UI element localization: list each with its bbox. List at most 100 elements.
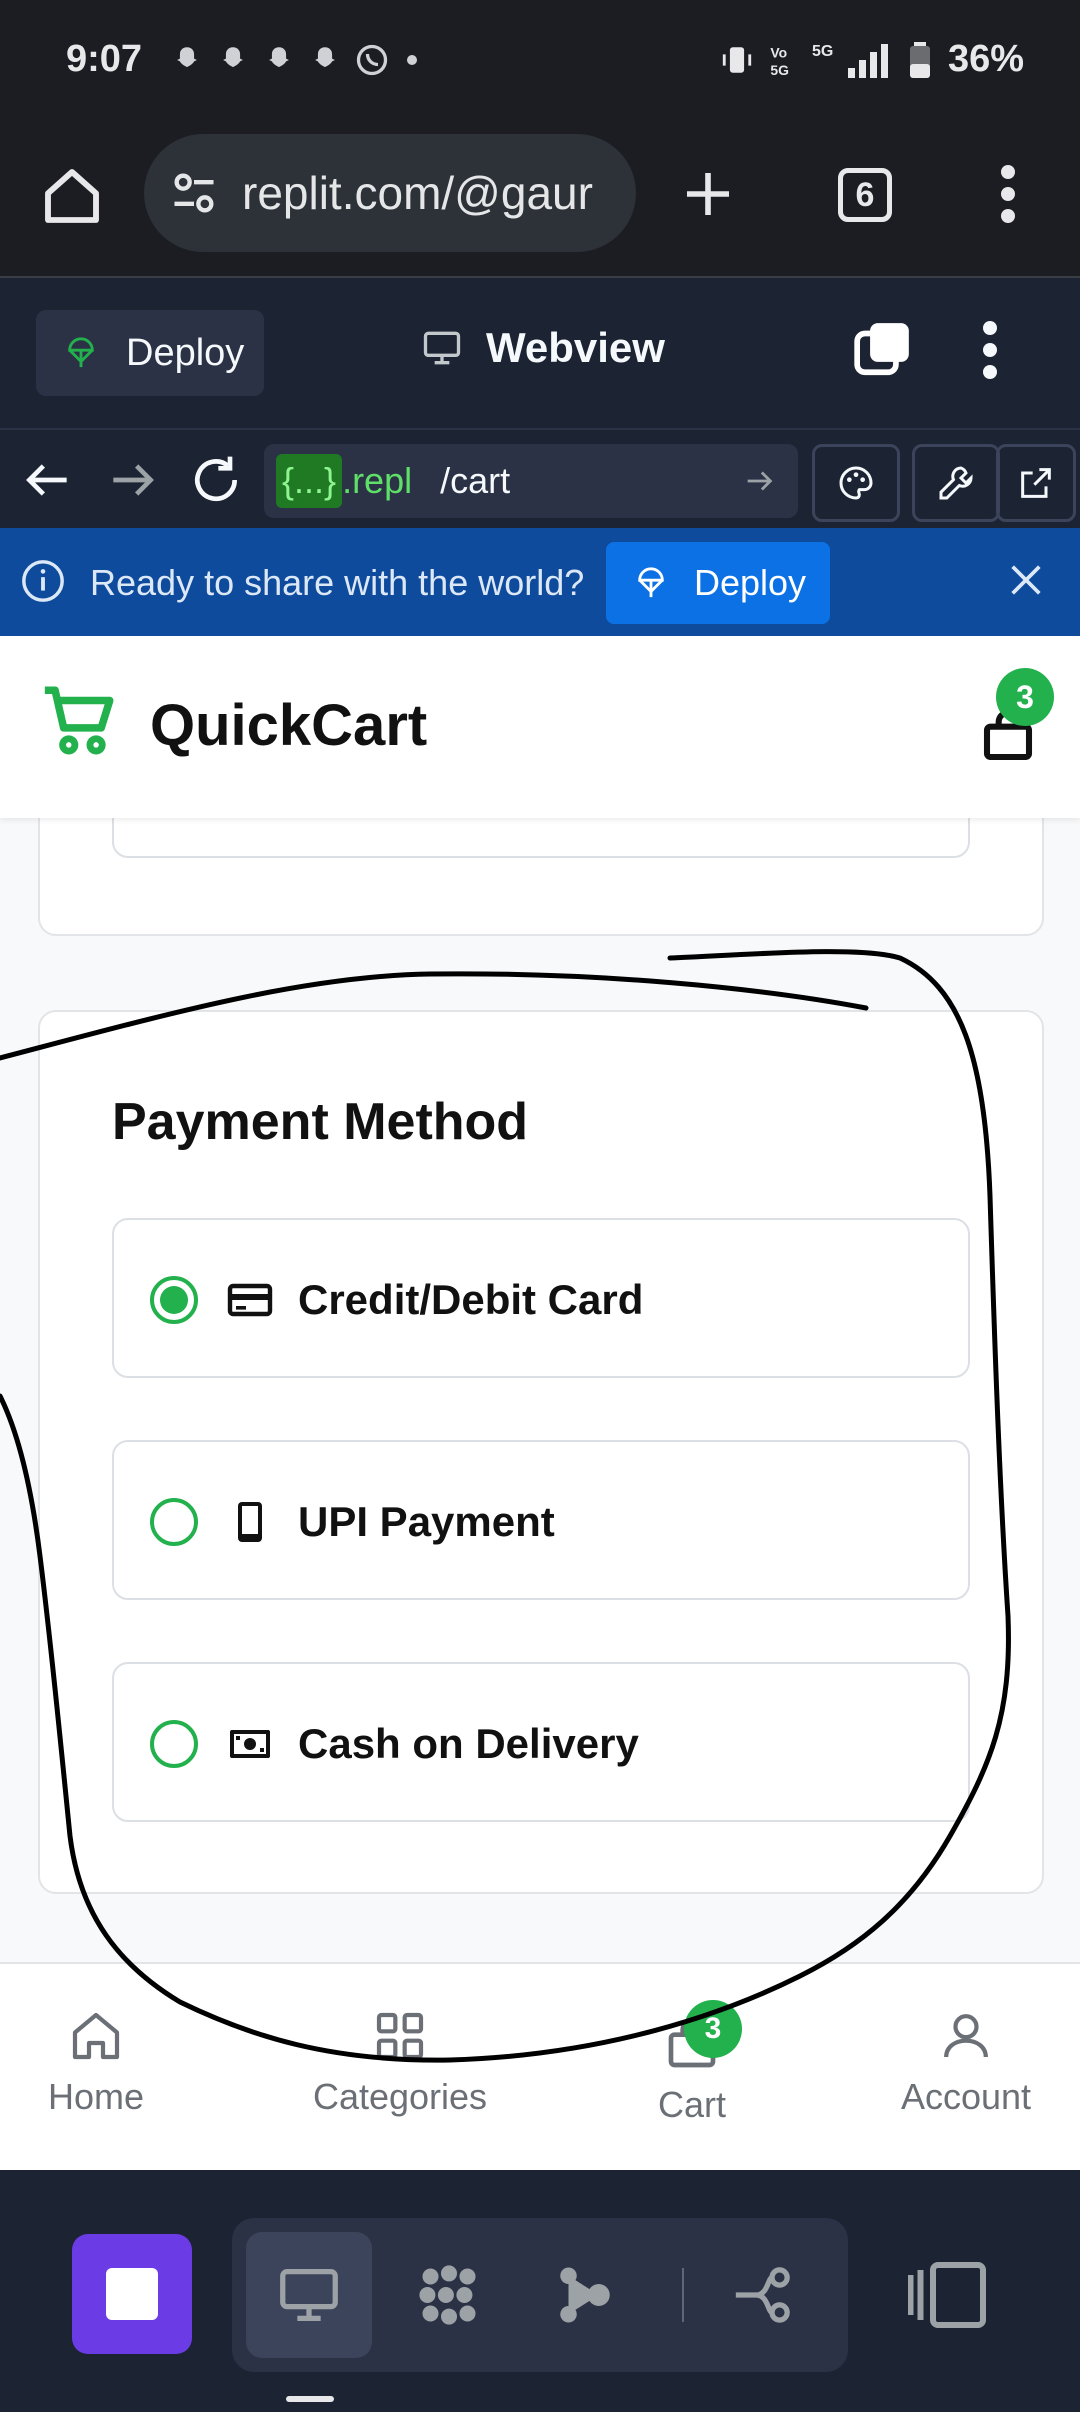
payment-option-label: Credit/Debit Card: [298, 1276, 644, 1323]
pane-switcher: [232, 2218, 848, 2372]
cash-icon: [230, 1730, 270, 1758]
deploy-label: Deploy: [126, 331, 245, 374]
browser-url-text: replit.com/@gaur: [242, 167, 593, 219]
reload-icon[interactable]: [188, 452, 244, 508]
status-time: 9:07: [66, 38, 143, 80]
repl-suffix: .repl: [342, 460, 413, 501]
volte-icon: Vo 5G: [770, 44, 789, 78]
browser-toolbar: replit.com/@gaur 6: [0, 124, 1080, 276]
home-icon[interactable]: [40, 164, 104, 228]
forward-icon[interactable]: [104, 452, 160, 508]
new-tab-icon[interactable]: [680, 166, 736, 222]
user-icon: [944, 2014, 988, 2058]
webview-address-bar[interactable]: {...} .repl /cart: [264, 444, 798, 518]
devtools-button[interactable]: [912, 444, 1000, 522]
svg-text:5G: 5G: [770, 62, 789, 78]
wrench-icon: [939, 466, 973, 500]
panel-toggle-icon[interactable]: [908, 2260, 988, 2330]
svg-text:Vo: Vo: [770, 44, 787, 60]
git-tab[interactable]: [702, 2232, 828, 2358]
nav-cart-label: Cart: [657, 2084, 726, 2125]
app-header: QuickCart 3: [0, 636, 1080, 818]
go-icon[interactable]: [742, 464, 776, 498]
palette-icon: [839, 466, 873, 500]
dot-icon: [407, 55, 417, 65]
replit-bottom-bar: [0, 2170, 1080, 2412]
battery-percent: 36%: [947, 38, 1024, 80]
external-link-icon: [1021, 468, 1051, 498]
status-bar: 9:07 Vo 5G 5G 36%: [0, 0, 1080, 124]
site-settings-icon[interactable]: [168, 167, 220, 219]
deploy-icon: [68, 337, 94, 368]
cart-logo-icon: [44, 686, 114, 755]
info-icon: [22, 560, 64, 602]
git-icon: [735, 2267, 790, 2323]
nav-account[interactable]: Account: [856, 2008, 1076, 2118]
home-icon: [72, 2012, 120, 2060]
grid-icon: [376, 2012, 424, 2060]
snapchat-icon: [315, 47, 335, 68]
devtools-theme-button[interactable]: [812, 444, 900, 522]
radio-cod[interactable]: [150, 1720, 198, 1768]
svg-text:5G: 5G: [812, 43, 833, 60]
radio-credit-card[interactable]: [150, 1276, 198, 1324]
repl-brace: {...}: [276, 454, 343, 508]
system-icons: Vo 5G 5G 36%: [720, 38, 1024, 81]
nav-categories-label: Categories: [312, 2076, 488, 2117]
brand-name: QuickCart: [150, 693, 428, 758]
payment-option-label: Cash on Delivery: [298, 1720, 639, 1767]
separator: [682, 2268, 684, 2322]
deploy-icon: [638, 567, 664, 598]
browser-url-bar[interactable]: replit.com/@gaur: [144, 134, 636, 252]
nav-account-label: Account: [900, 2076, 1032, 2117]
stop-button[interactable]: [72, 2234, 192, 2354]
nav-home[interactable]: Home: [0, 2008, 206, 2118]
webview-icon: [280, 2269, 338, 2321]
nav-cart-badge: 3: [684, 2000, 742, 2058]
repl-domain: {...} .repl: [276, 454, 412, 508]
notification-icons: [170, 42, 422, 78]
assistant-tab[interactable]: [522, 2232, 648, 2358]
browser-menu-icon[interactable]: [990, 162, 1026, 226]
smartphone-icon: [238, 1502, 262, 1542]
open-new-tab-button[interactable]: [996, 444, 1076, 522]
payment-option-card[interactable]: Credit/Debit Card: [112, 1218, 970, 1378]
credit-card-icon: [227, 1283, 273, 1317]
tab-switcher-button[interactable]: 6: [838, 168, 892, 222]
pane-title-text: Webview: [486, 324, 665, 371]
replit-toolbar: Deploy Webview: [0, 278, 1080, 428]
banner-deploy-label: Deploy: [694, 562, 807, 603]
deploy-button[interactable]: Deploy: [36, 310, 264, 396]
home-indicator[interactable]: [286, 2396, 334, 2402]
agent-icon: [419, 2265, 476, 2325]
radio-upi[interactable]: [150, 1498, 198, 1546]
payment-method-title: Payment Method: [112, 1093, 529, 1151]
monitor-icon: [423, 331, 461, 365]
close-icon[interactable]: [1006, 560, 1046, 600]
webview-tab[interactable]: [246, 2232, 372, 2358]
pane-menu-icon[interactable]: [976, 318, 1004, 382]
whatsapp-icon: [356, 44, 388, 76]
address-path: /cart: [440, 460, 511, 501]
snapchat-icon: [269, 47, 289, 68]
payment-method-card: Payment Method Credit/Debit Card UPI Pay…: [38, 1010, 1044, 1894]
pane-title[interactable]: Webview: [420, 324, 665, 372]
payment-option-upi[interactable]: UPI Payment: [112, 1440, 970, 1600]
tabs-icon[interactable]: [852, 318, 914, 380]
banner-message: Ready to share with the world?: [90, 562, 585, 603]
signal-icon: 5G: [812, 43, 888, 78]
snapchat-icon: [177, 47, 197, 68]
webview-nav: {...} .repl /cart: [0, 428, 1080, 528]
quickcart-app: QuickCart 3 Payment Method Credit/Debit …: [0, 636, 1080, 2170]
back-icon[interactable]: [20, 452, 76, 508]
nav-categories[interactable]: Categories: [290, 2008, 510, 2118]
agent-tab[interactable]: [386, 2232, 512, 2358]
banner-deploy-button[interactable]: Deploy: [606, 542, 830, 624]
payment-option-label: UPI Payment: [298, 1498, 555, 1545]
battery-icon: [909, 41, 930, 78]
vibrate-icon: [722, 46, 752, 73]
cart-count-badge: 3: [996, 668, 1054, 726]
snapchat-icon: [223, 47, 243, 68]
payment-option-cod[interactable]: Cash on Delivery: [112, 1662, 970, 1822]
bottom-navigation: Home Categories Cart 3 Account: [0, 1962, 1080, 2170]
